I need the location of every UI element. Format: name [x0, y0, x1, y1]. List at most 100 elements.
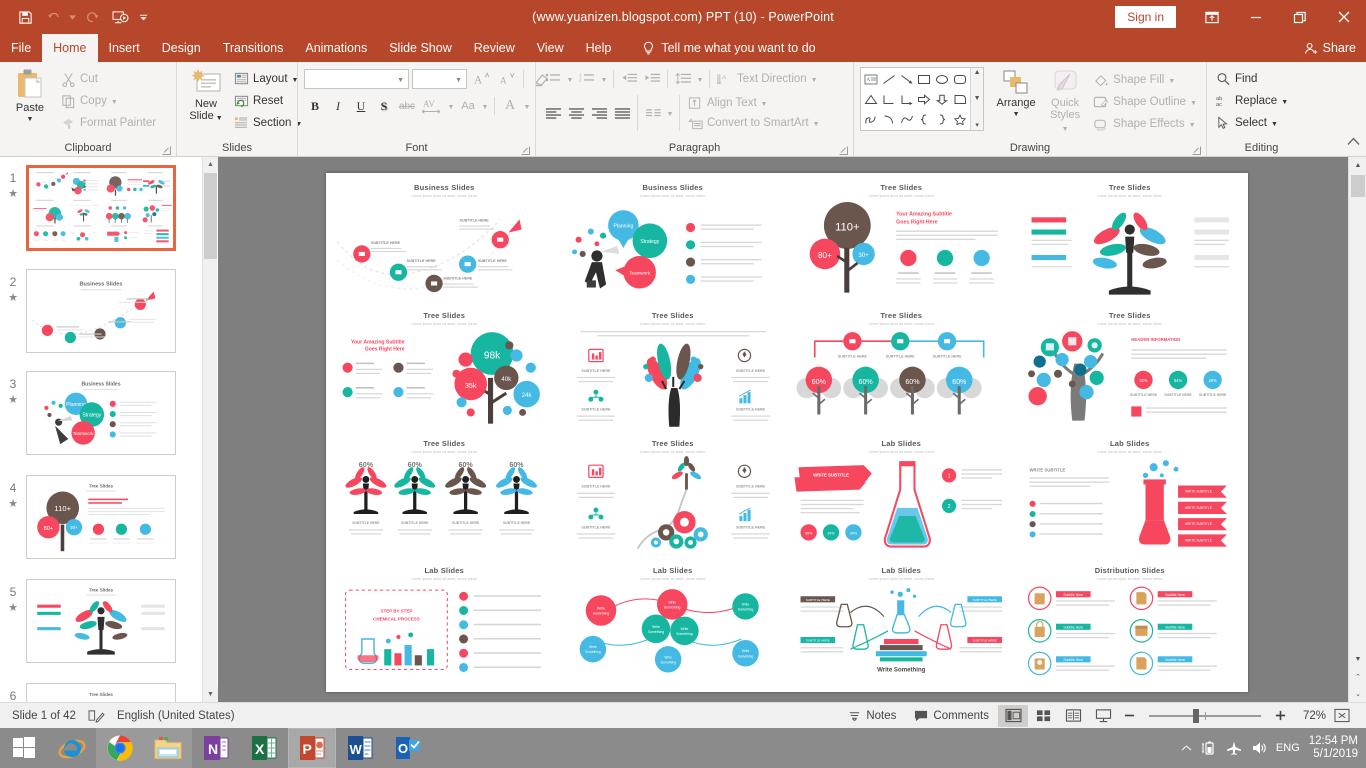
replace-chevron-down-icon[interactable]: ▼ [1281, 99, 1288, 106]
shapes-gallery[interactable]: A ▲ ▼ ▾ [860, 67, 985, 131]
next-slide-icon[interactable]: ⌄ [1349, 685, 1366, 702]
panel-gears-tree[interactable]: Tree Slides Lorem ipsum dolor sit amet, … [559, 433, 788, 561]
taskbar-google-chrome[interactable] [96, 728, 144, 768]
character-spacing-button[interactable]: AV [419, 95, 445, 117]
line-spacing-button[interactable] [672, 68, 694, 90]
reading-view-button[interactable] [1058, 705, 1088, 727]
shapes-scroll-down-icon[interactable]: ▼ [974, 95, 981, 102]
taskbar-onenote[interactable]: N [192, 728, 240, 768]
underline-button[interactable]: U [350, 95, 372, 117]
tab-file[interactable]: File [0, 34, 42, 62]
thumbnail-scroll-thumb[interactable] [204, 173, 217, 259]
thumbnail-slide-5[interactable]: 5 ★ Tree Slides [0, 579, 202, 663]
bullets-button[interactable] [542, 68, 564, 90]
tab-transitions[interactable]: Transitions [212, 34, 295, 62]
rectangle-shape[interactable] [916, 69, 934, 89]
thumbnail-slide-4[interactable]: 4 ★ Tree Slides 110+ 80+ 30+ [0, 475, 202, 559]
arrange-button[interactable]: Arrange ▼ [990, 67, 1042, 119]
current-slide[interactable]: Business Slides Lorem ipsum dolor sit am… [326, 173, 1248, 692]
paragraph-dialog-launcher[interactable] [839, 146, 848, 155]
speaker-icon[interactable] [1251, 740, 1267, 756]
panel-flask-books[interactable]: Lab Slides Lorem ipsum dolor sit amet, c… [787, 560, 1016, 688]
tab-animations[interactable]: Animations [294, 34, 378, 62]
cut-button[interactable]: Cut [58, 68, 159, 90]
scroll-thumb[interactable] [1351, 175, 1365, 197]
panel-ribbon-list[interactable]: Lab Slides Lorem ipsum dolor sit amet, c… [1016, 433, 1245, 561]
decrease-indent-button[interactable] [618, 68, 640, 90]
taskbar-word[interactable]: W [336, 728, 384, 768]
change-case-button[interactable]: Aa [457, 95, 479, 117]
scribble-shape[interactable] [862, 109, 880, 129]
section-button[interactable]: Section ▼ [231, 112, 305, 134]
slide-show-view-button[interactable] [1088, 705, 1118, 727]
reset-button[interactable]: Reset [231, 90, 305, 112]
panel-business-curve[interactable]: Business Slides Lorem ipsum dolor sit am… [330, 177, 559, 305]
arrange-chevron-down-icon[interactable]: ▼ [1013, 111, 1020, 118]
slide-area-scrollbar[interactable]: ▲ ▼ ⌃ ⌄ [1348, 157, 1366, 702]
bullets-chevron-down-icon[interactable]: ▼ [565, 68, 575, 90]
textbox-shape[interactable]: A [862, 69, 880, 89]
panel-icon-tree[interactable]: Tree Slides Lorem ipsum dolor sit amet, … [1016, 305, 1245, 433]
align-text-button[interactable]: Align Text ▼ [684, 93, 823, 113]
taskbar-excel[interactable]: X [240, 728, 288, 768]
tab-review[interactable]: Review [463, 34, 526, 62]
tab-view[interactable]: View [526, 34, 575, 62]
panel-tree-bubble-counts[interactable]: Tree Slides Lorem ipsum dolor sit amet, … [330, 305, 559, 433]
fit-to-window-icon[interactable] [1326, 703, 1358, 729]
thumbnail-slide-3[interactable]: 3 ★ Business Slides Planning Strategy Te… [0, 371, 202, 455]
select-chevron-down-icon[interactable]: ▼ [1271, 121, 1278, 128]
font-color-button[interactable]: A [499, 95, 521, 117]
slide-thumbnail-pane[interactable]: 1 ★ 2 ★ Business Slides 3 ★ Business Sli… [0, 157, 202, 702]
panel-business-bubbles[interactable]: Business Slides Lorem ipsum dolor sit am… [559, 177, 788, 305]
replace-button[interactable]: ab ac Replace ▼ [1213, 90, 1291, 112]
curve-shape[interactable] [898, 109, 916, 129]
columns-chevron-down-icon[interactable]: ▼ [665, 102, 675, 124]
line-shape[interactable] [880, 69, 898, 89]
tab-help[interactable]: Help [575, 34, 623, 62]
tell-me-search[interactable]: Tell me what you want to do [632, 34, 825, 62]
numbering-chevron-down-icon[interactable]: ▼ [599, 68, 609, 90]
thumbnail-slide-1[interactable]: 1 ★ [0, 165, 202, 251]
oval-shape[interactable] [933, 69, 951, 89]
zoom-slider-handle[interactable] [1193, 708, 1199, 723]
battery-icon[interactable] [1201, 740, 1217, 756]
tab-insert[interactable]: Insert [98, 34, 151, 62]
select-button[interactable]: Select ▼ [1213, 112, 1291, 134]
change-case-chevron-down-icon[interactable]: ▼ [480, 95, 490, 117]
shapes-gallery-scrollbar[interactable]: ▲ ▼ ▾ [970, 68, 984, 130]
panel-tree-person[interactable]: Tree Slides Lorem ipsum dolor sit amet, … [1016, 177, 1245, 305]
slide-sorter-view-button[interactable] [1028, 705, 1058, 727]
slide-editing-area[interactable]: Business Slides Lorem ipsum dolor sit am… [218, 157, 1348, 702]
columns-button[interactable] [642, 102, 664, 124]
thumbnail-image-1[interactable] [26, 165, 176, 251]
triangle-shape[interactable] [862, 89, 880, 109]
panel-four-trees-percent[interactable]: Tree Slides Lorem ipsum dolor sit amet, … [787, 305, 1016, 433]
ribbon-display-options-icon[interactable] [1190, 0, 1234, 34]
panel-flask-stats[interactable]: Lab Slides Lorem ipsum dolor sit amet, c… [787, 433, 1016, 561]
copy-chevron-down-icon[interactable]: ▼ [111, 99, 118, 106]
new-slide-button[interactable]: New Slide ▼ [183, 66, 229, 124]
convert-to-smartart-button[interactable]: Convert to SmartArt ▼ [684, 113, 823, 133]
text-direction-button[interactable]: A Text Direction ▼ [714, 68, 821, 90]
format-painter-button[interactable]: Format Painter [58, 112, 159, 134]
clipboard-dialog-launcher[interactable] [162, 146, 171, 155]
strikethrough-button[interactable]: abc [396, 95, 418, 117]
scroll-up-icon[interactable]: ▲ [1349, 157, 1366, 174]
left-brace-shape[interactable] [916, 109, 934, 129]
arrow-shape[interactable] [898, 69, 916, 89]
increase-indent-button[interactable] [641, 68, 663, 90]
comments-button[interactable]: Comments [905, 703, 998, 729]
font-size-input[interactable]: ▼ [412, 69, 467, 89]
zoom-out-button[interactable] [1118, 703, 1141, 729]
thumbnail-image-3[interactable]: Business Slides Planning Strategy Teamwo… [26, 371, 176, 455]
shape-effects-button[interactable]: Shape Effects ▼ [1090, 113, 1200, 135]
show-hidden-icons-chevron-up-icon[interactable] [1181, 744, 1192, 752]
taskbar-file-explorer[interactable] [144, 728, 192, 768]
layout-button[interactable]: Layout ▼ [231, 68, 305, 90]
panel-people-trees[interactable]: Tree Slides Lorem ipsum dolor sit amet, … [330, 433, 559, 561]
thumbnail-scroll-down-icon[interactable]: ▼ [203, 687, 218, 702]
right-brace-shape[interactable] [933, 109, 951, 129]
thumbnail-pane-scrollbar[interactable]: ▲ ▼ [202, 157, 218, 702]
right-arrow-shape[interactable] [916, 89, 934, 109]
rounded-rectangle-shape[interactable] [951, 69, 969, 89]
